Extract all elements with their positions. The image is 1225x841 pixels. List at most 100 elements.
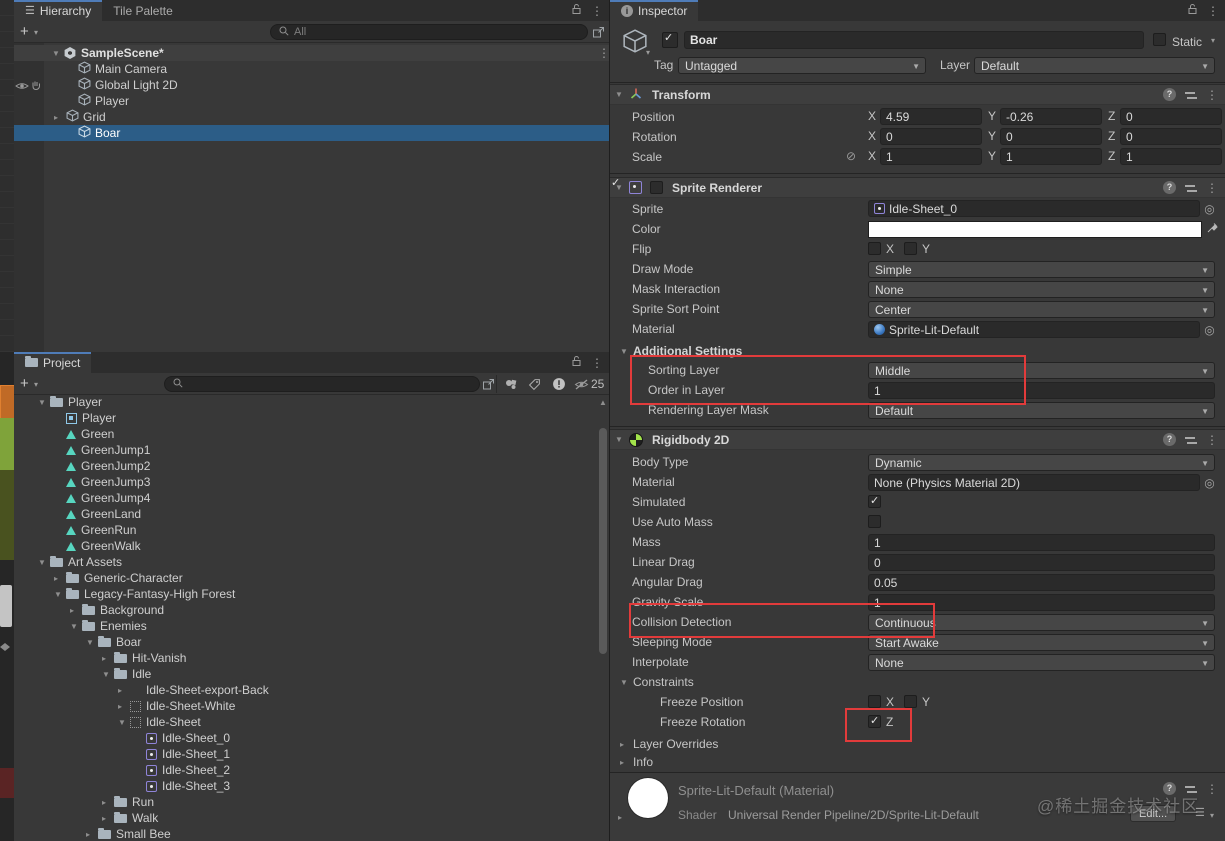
object-picker-icon[interactable]: ◎ xyxy=(1202,474,1217,491)
create-asset-dropdown-icon[interactable]: ▾ xyxy=(34,380,38,389)
project-search[interactable] xyxy=(164,376,480,392)
label-tag-icon[interactable] xyxy=(528,378,541,394)
material-preview[interactable] xyxy=(628,778,668,818)
foldout-collapsed-icon[interactable]: ▸ xyxy=(86,830,98,839)
menu-kebab-icon[interactable]: ⋮ xyxy=(591,5,603,17)
tree-item[interactable]: GreenJump4 xyxy=(14,490,609,506)
tree-item[interactable]: ▸ Hit-Vanish xyxy=(14,650,609,666)
gameobject-icon-dropdown[interactable]: ▾ xyxy=(646,48,650,57)
presets-icon[interactable] xyxy=(1185,183,1197,193)
position-z-field[interactable]: 0 xyxy=(1120,108,1222,125)
open-window-icon[interactable] xyxy=(592,26,605,42)
foldout-expanded-icon[interactable]: ▼ xyxy=(38,398,50,407)
tab-tile-palette[interactable]: Tile Palette xyxy=(102,0,184,21)
add-object-dropdown-icon[interactable]: ▾ xyxy=(34,28,38,37)
hierarchy-item-player[interactable]: Player xyxy=(14,93,609,109)
visibility-eye-icon[interactable] xyxy=(15,80,29,94)
tree-item[interactable]: Idle-Sheet_3 xyxy=(14,778,609,794)
add-object-button[interactable]: + xyxy=(20,23,29,40)
help-icon[interactable]: ? xyxy=(1163,88,1176,101)
open-window-icon[interactable] xyxy=(482,378,495,394)
scale-y-field[interactable]: 1 xyxy=(1000,148,1102,165)
tree-item[interactable]: ▸ Idle-Sheet-White xyxy=(14,698,609,714)
scale-x-field[interactable]: 1 xyxy=(880,148,982,165)
info-foldout[interactable]: ▸ Info xyxy=(620,753,653,771)
rotation-y-field[interactable]: 0 xyxy=(1000,128,1102,145)
component-kebab-icon[interactable]: ⋮ xyxy=(1206,89,1218,101)
rendering-layer-mask-dropdown[interactable]: Default ▼ xyxy=(868,402,1215,419)
component-kebab-icon[interactable]: ⋮ xyxy=(1206,182,1218,194)
scale-z-field[interactable]: 1 xyxy=(1120,148,1222,165)
freeze-position-y-checkbox[interactable] xyxy=(904,695,917,708)
position-x-field[interactable]: 4.59 xyxy=(880,108,982,125)
tree-item[interactable]: ▸ Idle-Sheet-export-Back xyxy=(14,682,609,698)
use-auto-mass-checkbox[interactable] xyxy=(868,515,881,528)
static-checkbox[interactable] xyxy=(1153,33,1166,46)
tab-project[interactable]: Project xyxy=(14,352,92,373)
project-search-input[interactable] xyxy=(188,378,472,390)
foldout-collapsed-icon[interactable]: ▸ xyxy=(102,814,114,823)
tree-item[interactable]: ▸ Generic-Character xyxy=(14,570,609,586)
hidden-count-eye-icon[interactable] xyxy=(574,379,589,393)
color-swatch[interactable] xyxy=(868,221,1202,238)
object-picker-icon[interactable]: ◎ xyxy=(1202,321,1217,338)
lock-icon[interactable] xyxy=(571,355,582,370)
static-dropdown-icon[interactable]: ▾ xyxy=(1211,36,1215,45)
linear-drag-field[interactable]: 0 xyxy=(868,554,1215,571)
hierarchy-search[interactable] xyxy=(270,24,588,40)
tree-item[interactable]: ▼ Idle-Sheet xyxy=(14,714,609,730)
hierarchy-item-grid[interactable]: ▸ Grid xyxy=(14,109,609,125)
layer-dropdown[interactable]: Default ▼ xyxy=(974,57,1215,74)
foldout-expanded-icon[interactable]: ▼ xyxy=(52,49,64,58)
position-y-field[interactable]: -0.26 xyxy=(1000,108,1102,125)
additional-settings-foldout[interactable]: ▼ Additional Settings xyxy=(620,342,742,360)
gameobject-name-field[interactable] xyxy=(684,31,1144,49)
tree-item[interactable]: GreenJump2 xyxy=(14,458,609,474)
tree-item[interactable]: ▼ Legacy-Fantasy-High Forest xyxy=(14,586,609,602)
tree-item[interactable]: ▼ Enemies xyxy=(14,618,609,634)
collision-detection-dropdown[interactable]: Continuous ▼ xyxy=(868,614,1215,631)
warning-filter-icon[interactable] xyxy=(552,377,566,394)
tree-item[interactable]: ▸ Walk xyxy=(14,810,609,826)
object-picker-icon[interactable]: ◎ xyxy=(1202,200,1217,217)
foldout-collapsed-icon[interactable]: ▸ xyxy=(102,798,114,807)
flip-y-checkbox[interactable] xyxy=(904,242,917,255)
tree-item[interactable]: Player xyxy=(14,410,609,426)
menu-kebab-icon[interactable]: ⋮ xyxy=(591,357,603,369)
tree-item[interactable]: ▸ Background xyxy=(14,602,609,618)
foldout-expanded-icon[interactable]: ▼ xyxy=(615,435,629,444)
hierarchy-item-boar-selected[interactable]: Boar xyxy=(14,125,609,141)
eyedropper-icon[interactable] xyxy=(1206,221,1219,237)
tab-inspector[interactable]: i Inspector xyxy=(610,0,699,21)
mass-field[interactable]: 1 xyxy=(868,534,1215,551)
draw-mode-dropdown[interactable]: Simple ▼ xyxy=(868,261,1215,278)
tab-hierarchy[interactable]: ☰ Hierarchy xyxy=(14,0,103,21)
transform-header[interactable]: ▼ Transform xyxy=(610,84,1225,105)
presets-icon[interactable] xyxy=(1185,435,1197,445)
foldout-collapsed-icon[interactable]: ▸ xyxy=(70,606,82,615)
tree-item[interactable]: GreenWalk xyxy=(14,538,609,554)
interpolate-dropdown[interactable]: None ▼ xyxy=(868,654,1215,671)
rigidbody-2d-header[interactable]: ▼ Rigidbody 2D xyxy=(610,429,1225,450)
foldout-expanded-icon[interactable]: ▼ xyxy=(38,558,50,567)
tree-item[interactable]: ▼ Art Assets xyxy=(14,554,609,570)
tree-item[interactable]: ▼ Idle xyxy=(14,666,609,682)
tree-item-boar-folder[interactable]: ▼ Boar xyxy=(14,634,609,650)
hierarchy-item-main-camera[interactable]: Main Camera xyxy=(14,61,609,77)
presets-icon[interactable] xyxy=(1185,90,1197,100)
layer-overrides-foldout[interactable]: ▸ Layer Overrides xyxy=(620,735,718,753)
rotation-x-field[interactable]: 0 xyxy=(880,128,982,145)
foldout-expanded-icon[interactable]: ▼ xyxy=(118,718,130,727)
scene-kebab-icon[interactable]: ⋮ xyxy=(598,47,610,59)
lock-icon[interactable] xyxy=(571,3,582,18)
tree-item[interactable]: ▸ Run xyxy=(14,794,609,810)
menu-kebab-icon[interactable]: ⋮ xyxy=(1207,5,1219,17)
foldout-collapsed-icon[interactable]: ▸ xyxy=(118,686,130,695)
project-scrollbar[interactable] xyxy=(599,428,607,654)
tree-item[interactable]: Idle-Sheet_1 xyxy=(14,746,609,762)
freeze-position-x-checkbox[interactable] xyxy=(868,695,881,708)
gameobject-active-checkbox[interactable] xyxy=(662,31,678,48)
mask-interaction-dropdown[interactable]: None ▼ xyxy=(868,281,1215,298)
tree-item[interactable]: GreenRun xyxy=(14,522,609,538)
gravity-scale-field[interactable]: 1 xyxy=(868,594,1215,611)
